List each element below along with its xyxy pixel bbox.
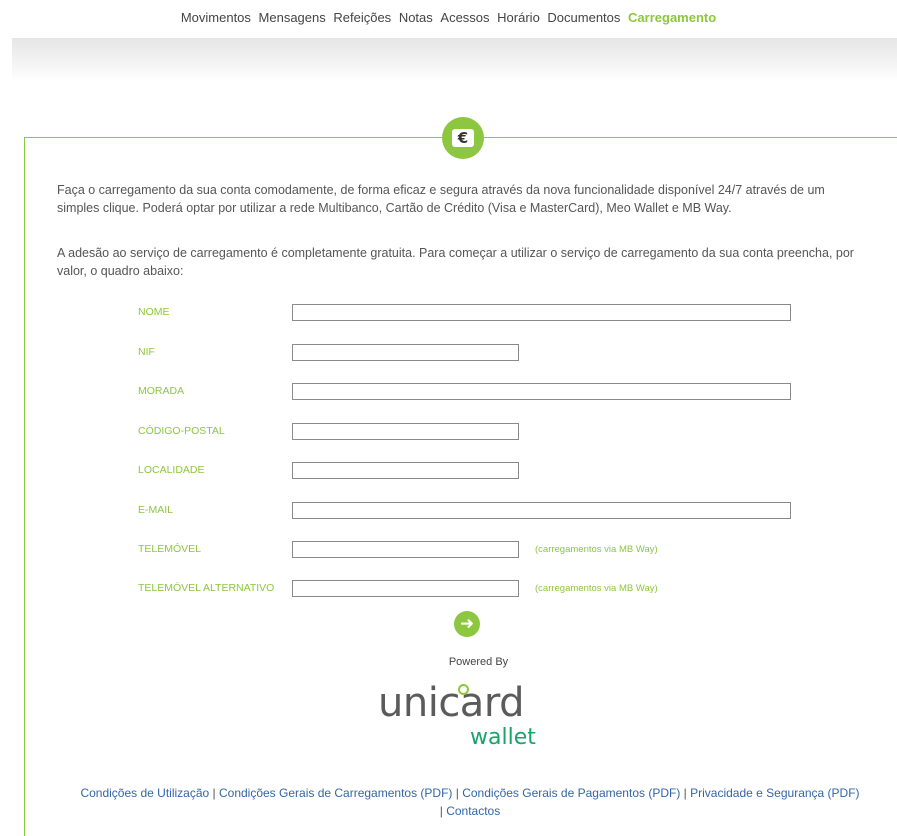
morada-input[interactable]	[292, 383, 791, 400]
intro-paragraph-2: A adesão ao serviço de carregamento é co…	[57, 246, 854, 278]
logo-text-unicard: unicard	[378, 680, 524, 726]
logo-text-wallet: wallet	[470, 725, 536, 750]
nav-item-documentos[interactable]: Documentos	[547, 10, 620, 25]
telemovel-input[interactable]	[292, 541, 519, 558]
nav-item-horario[interactable]: Horário	[497, 10, 540, 25]
nav-item-notas[interactable]: Notas	[399, 10, 433, 25]
footer-link-contactos[interactable]: Contactos	[446, 804, 500, 818]
nav-item-refeicoes[interactable]: Refeições	[333, 10, 391, 25]
intro-paragraph-1: Faça o carregamento da sua conta comodam…	[57, 183, 825, 215]
logo-dot-icon	[458, 684, 469, 695]
euro-icon: €	[452, 129, 474, 147]
nome-label: NOME	[138, 306, 170, 318]
nav-item-carregamento[interactable]: Carregamento	[628, 10, 716, 25]
powered-by-label: Powered By	[448, 656, 509, 668]
email-input[interactable]	[292, 502, 791, 519]
footer-separator: |	[209, 786, 219, 800]
footer-separator: |	[452, 786, 463, 800]
telemovel-alternativo-label: TELEMÓVEL ALTERNATIVO	[138, 582, 275, 594]
footer-link-privacidade-seguranca[interactable]: Privacidade e Segurança (PDF)	[690, 786, 859, 800]
localidade-input[interactable]	[292, 462, 519, 479]
localidade-label: LOCALIDADE	[138, 464, 205, 476]
telemovel-alternativo-input[interactable]	[292, 580, 519, 597]
unicard-wallet-logo: unicard wallet	[378, 680, 558, 760]
footer-link-condicoes-pagamentos[interactable]: Condições Gerais de Pagamentos (PDF)	[462, 786, 680, 800]
codigo-postal-label: CÓDIGO-POSTAL	[138, 425, 225, 437]
codigo-postal-input[interactable]	[292, 423, 519, 440]
footer-link-condicoes-utilizacao[interactable]: Condições de Utilização	[80, 786, 209, 800]
nif-label: NIF	[138, 346, 155, 358]
header-shadow-band	[12, 38, 897, 82]
telemovel-hint: (carregamentos via MB Way)	[535, 544, 658, 555]
top-navigation: Movimentos Mensagens Refeições Notas Ace…	[0, 0, 897, 38]
euro-badge: €	[442, 117, 484, 159]
telemovel-label: TELEMÓVEL	[138, 543, 202, 555]
footer-links: Condições de Utilização | Condições Gera…	[80, 784, 860, 820]
email-label: E-MAIL	[138, 504, 174, 516]
footer-separator: |	[680, 786, 691, 800]
submit-button[interactable]: ➜	[454, 611, 480, 637]
morada-label: MORADA	[138, 385, 185, 397]
nav-item-mensagens[interactable]: Mensagens	[259, 10, 326, 25]
nav-item-movimentos[interactable]: Movimentos	[181, 10, 251, 25]
nif-input[interactable]	[292, 344, 519, 361]
nome-input[interactable]	[292, 304, 791, 321]
telemovel-alternativo-hint: (carregamentos via MB Way)	[535, 583, 658, 594]
footer-link-condicoes-carregamentos[interactable]: Condições Gerais de Carregamentos (PDF)	[219, 786, 452, 800]
arrow-right-circle-icon: ➜	[459, 614, 475, 634]
nav-item-acessos[interactable]: Acessos	[440, 10, 489, 25]
